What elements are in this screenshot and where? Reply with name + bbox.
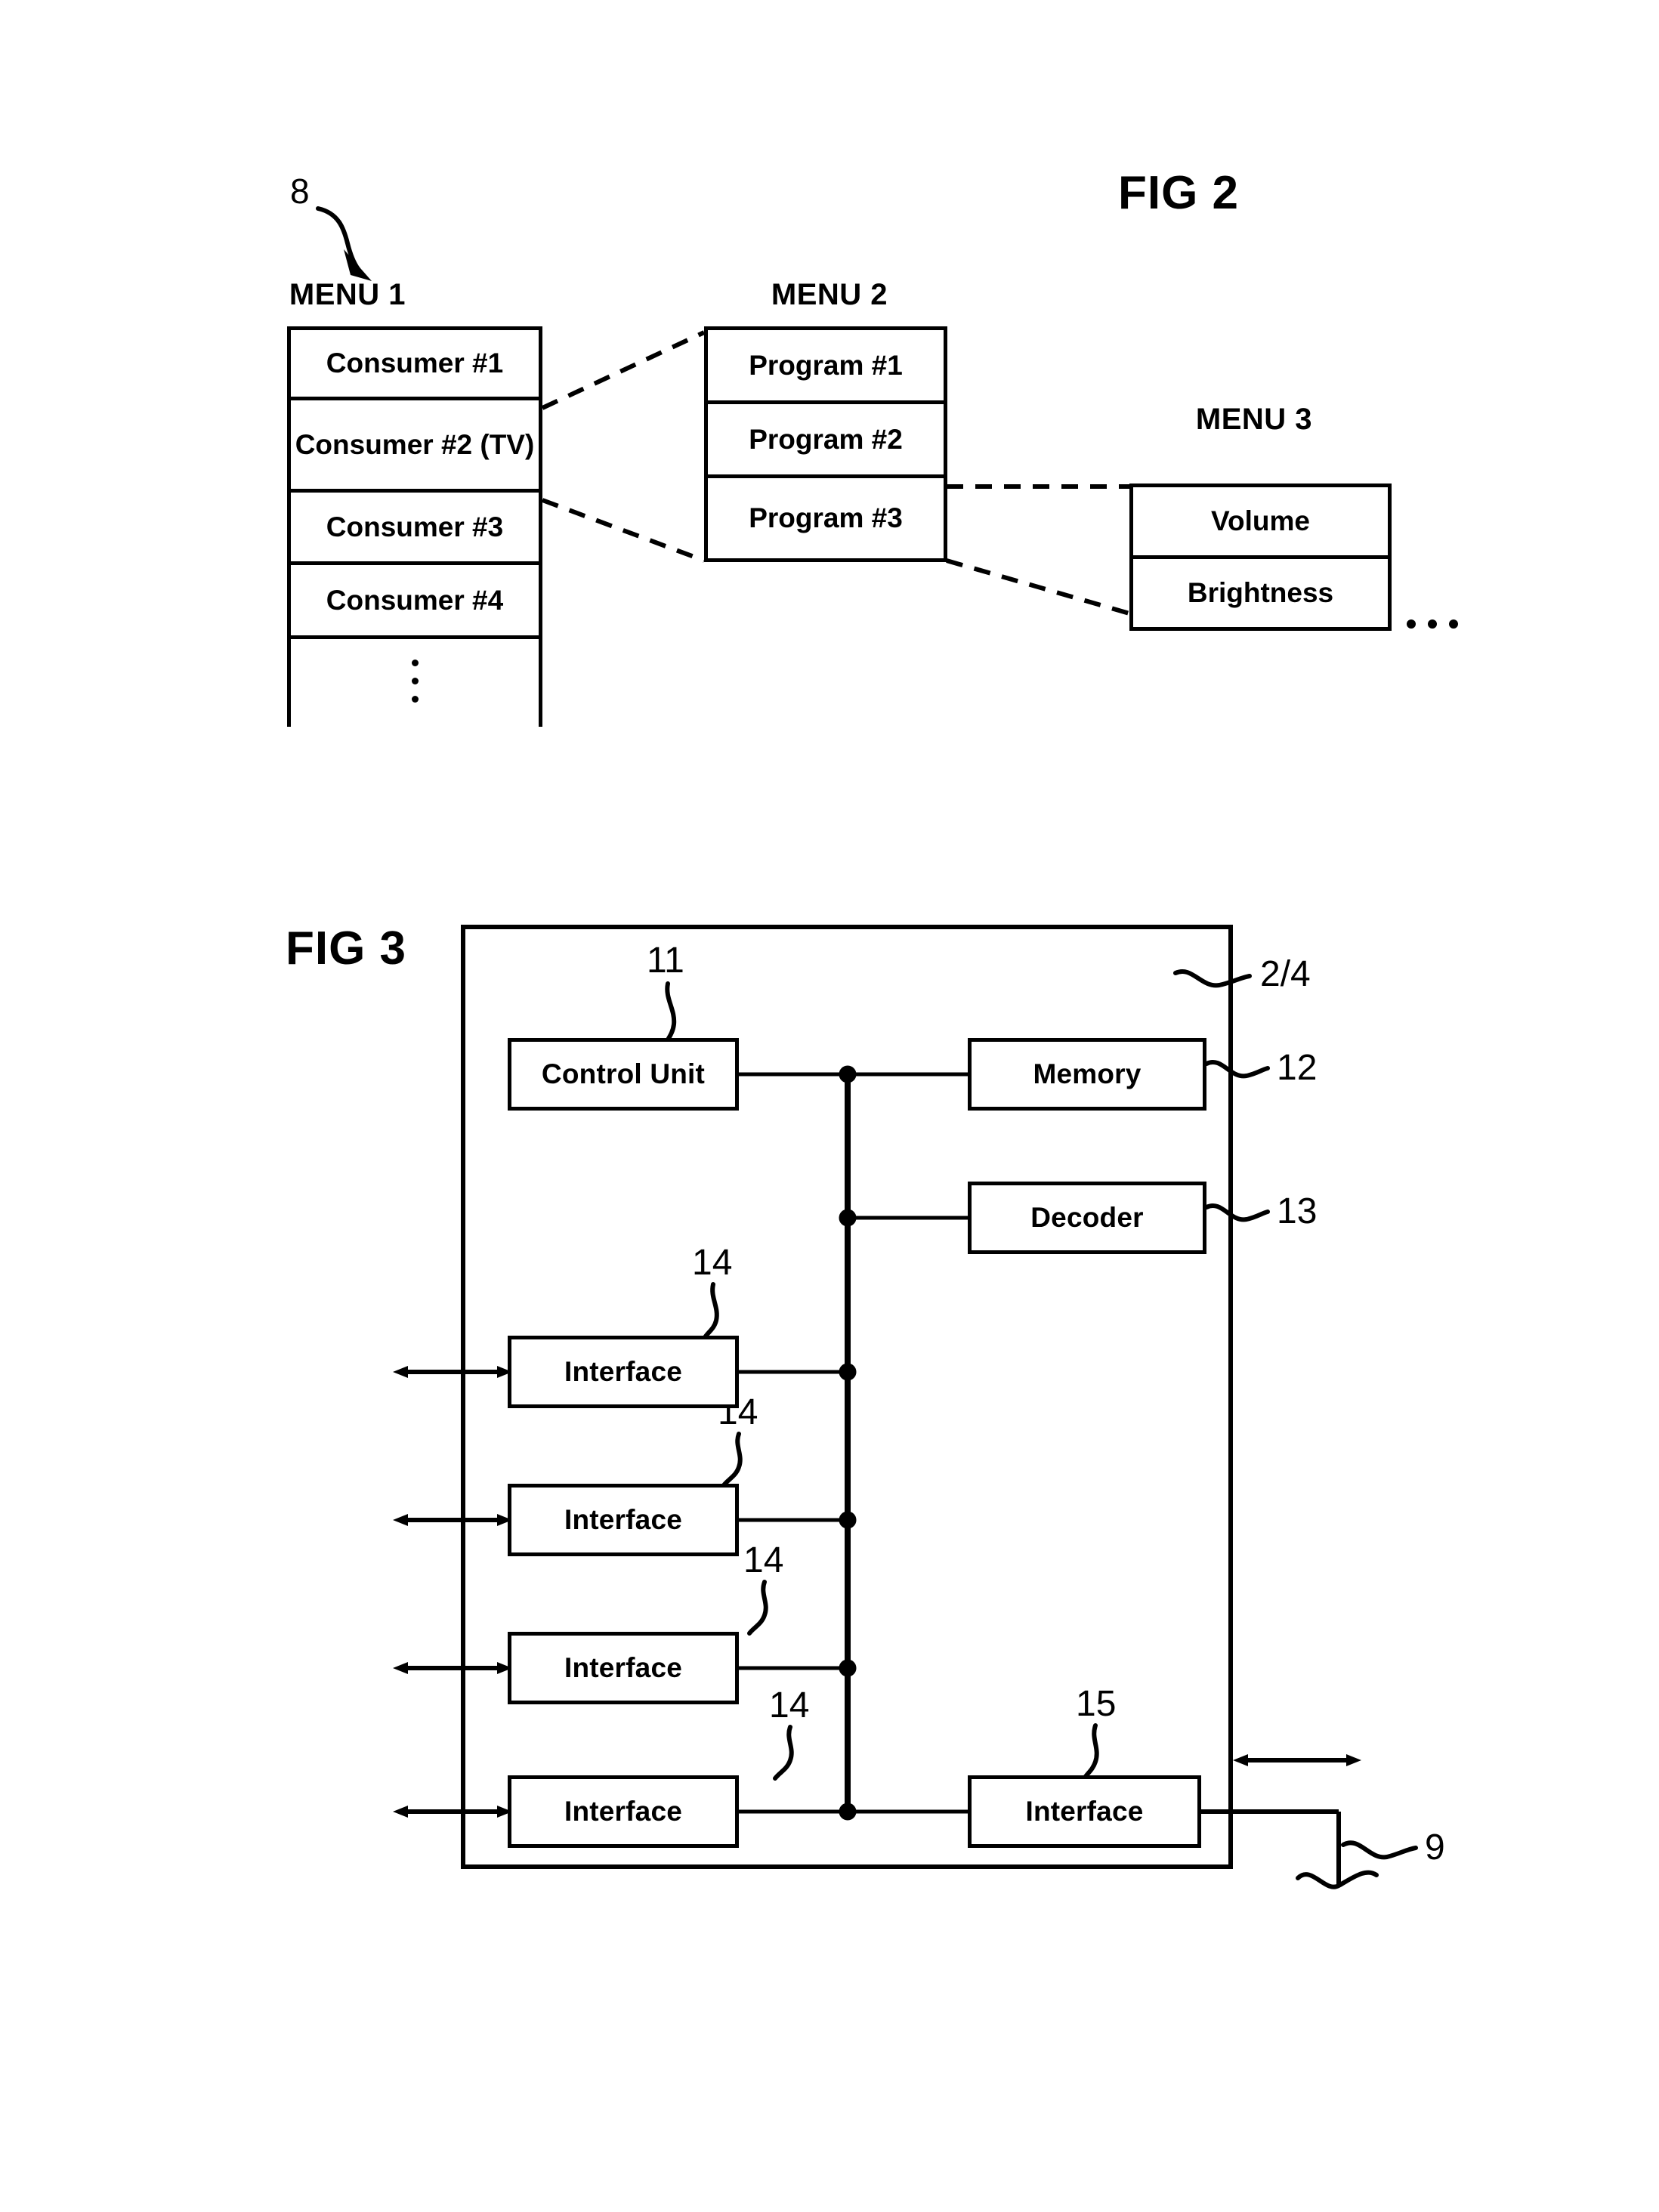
menu1-table: Consumer #1 Consumer #2 (TV) Consumer #3… [287, 326, 542, 727]
menu3-continuation [1407, 619, 1458, 629]
dashed-connector-menu1-menu2 [541, 330, 706, 563]
ellipsis-dot-icon [411, 696, 419, 703]
menu1-item-consumer-2[interactable]: Consumer #2 (TV) [291, 400, 539, 493]
menu1-continuation [291, 639, 539, 723]
ellipsis-dot-icon [411, 678, 419, 684]
menu3-title: MENU 3 [1195, 403, 1313, 436]
ref-12: 12 [1277, 1048, 1318, 1088]
interface-block-1[interactable]: Interface [508, 1336, 739, 1408]
menu2-title: MENU 2 [771, 278, 888, 311]
menu1-item-consumer-4[interactable]: Consumer #4 [291, 565, 539, 639]
break-squiggle [1296, 1870, 1379, 1889]
control-unit-label: Control Unit [541, 1058, 706, 1089]
menu2-table: Program #1 Program #2 Program #3 [704, 326, 947, 562]
control-unit-block[interactable]: Control Unit [508, 1038, 739, 1111]
menu3-item-volume[interactable]: Volume [1133, 487, 1388, 559]
interface-label: Interface [564, 1796, 683, 1827]
interface-label: Interface [564, 1356, 683, 1387]
menu2-item-program-3[interactable]: Program #3 [708, 478, 944, 558]
memory-label: Memory [1033, 1058, 1142, 1089]
menu3-table: Volume Brightness [1129, 483, 1392, 631]
ref-15: 15 [1076, 1684, 1117, 1724]
ref-14-c: 14 [743, 1540, 784, 1580]
ref-14-d: 14 [769, 1685, 810, 1725]
interface-block-5[interactable]: Interface [968, 1775, 1201, 1848]
ellipsis-dot-icon [1428, 619, 1437, 629]
interface-label: Interface [564, 1652, 683, 1683]
menu2-item-program-2[interactable]: Program #2 [708, 404, 944, 478]
interface-label: Interface [564, 1504, 683, 1535]
ref-2-4-enclosure: 2/4 [1260, 954, 1311, 994]
interface-block-3[interactable]: Interface [508, 1632, 739, 1704]
ref-9-bus: 9 [1425, 1827, 1445, 1868]
interface-label: Interface [1025, 1796, 1144, 1827]
menu1-title: MENU 1 [289, 278, 406, 311]
lead-line-8 [316, 206, 372, 281]
menu1-item-consumer-3[interactable]: Consumer #3 [291, 493, 539, 565]
ref-14-a: 14 [692, 1243, 733, 1283]
fig3-label: FIG 3 [286, 922, 407, 975]
ellipsis-dot-icon [1449, 619, 1458, 629]
fig2-reference-8: 8 [290, 171, 310, 211]
fig2-label: FIG 2 [1118, 167, 1240, 219]
memory-block[interactable]: Memory [968, 1038, 1206, 1111]
menu3-item-brightness[interactable]: Brightness [1133, 559, 1388, 627]
figure-sheet: FIG 2 8 MENU 1 Consumer #1 Consumer #2 (… [0, 0, 1659, 2212]
ellipsis-dot-icon [1407, 619, 1416, 629]
interface-block-4[interactable]: Interface [508, 1775, 739, 1848]
interface-block-2[interactable]: Interface [508, 1484, 739, 1556]
ref-11: 11 [647, 941, 684, 981]
decoder-block[interactable]: Decoder [968, 1182, 1206, 1254]
ref-13: 13 [1277, 1191, 1318, 1231]
menu2-item-program-1[interactable]: Program #1 [708, 330, 944, 404]
dashed-connector-menu2-menu3 [946, 484, 1130, 616]
menu1-item-consumer-1[interactable]: Consumer #1 [291, 330, 539, 400]
decoder-label: Decoder [1030, 1202, 1144, 1233]
ellipsis-dot-icon [411, 660, 419, 666]
